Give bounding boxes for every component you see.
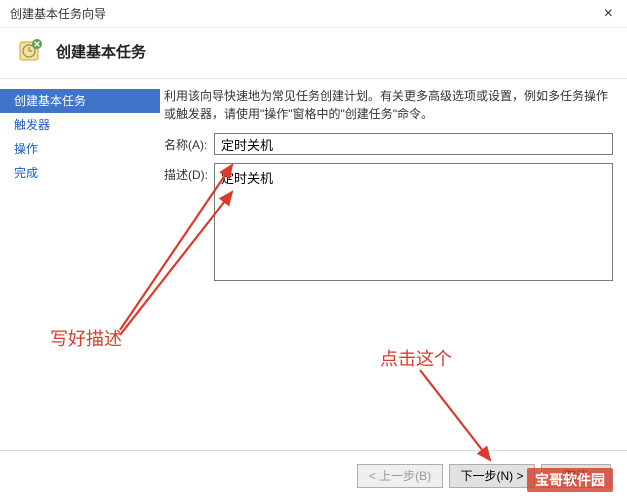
sidebar-step-trigger[interactable]: 触发器 [0, 113, 160, 137]
back-button: < 上一步(B) [357, 464, 443, 488]
wizard-footer: < 上一步(B) 下一步(N) > 取消 [0, 450, 627, 500]
sidebar-step-action[interactable]: 操作 [0, 137, 160, 161]
titlebar: 创建基本任务向导 × [0, 0, 627, 28]
name-label: 名称(A): [164, 133, 214, 153]
desc-textarea[interactable]: 定时关机 [214, 163, 613, 281]
sidebar-step-create[interactable]: 创建基本任务 [0, 89, 160, 113]
wizard-sidebar: 创建基本任务 触发器 操作 完成 [0, 79, 160, 451]
wizard-icon [18, 38, 44, 64]
wizard-content: 利用该向导快速地为常见任务创建计划。有关更多高级选项或设置，例如多任务操作或触发… [160, 79, 627, 451]
window-title: 创建基本任务向导 [10, 5, 106, 22]
wizard-body: 创建基本任务 触发器 操作 完成 利用该向导快速地为常见任务创建计划。有关更多高… [0, 79, 627, 451]
close-icon[interactable]: × [598, 5, 619, 23]
desc-label: 描述(D): [164, 163, 214, 183]
intro-text: 利用该向导快速地为常见任务创建计划。有关更多高级选项或设置，例如多任务操作或触发… [164, 87, 613, 123]
sidebar-step-finish[interactable]: 完成 [0, 161, 160, 185]
name-row: 名称(A): [164, 133, 613, 155]
next-button[interactable]: 下一步(N) > [449, 464, 535, 488]
name-input[interactable] [214, 133, 613, 155]
wizard-header: 创建基本任务 [0, 28, 627, 79]
desc-row: 描述(D): 定时关机 [164, 163, 613, 281]
page-title: 创建基本任务 [56, 41, 146, 62]
cancel-button[interactable]: 取消 [541, 464, 611, 488]
